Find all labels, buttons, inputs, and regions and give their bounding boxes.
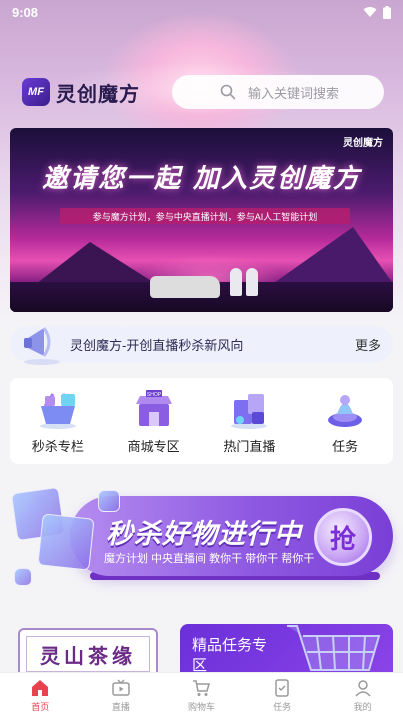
notice-bar[interactable]: 灵创魔方-开创直播秒杀新风向 更多 [10, 326, 393, 365]
task-icon [328, 395, 363, 427]
notice-more-link[interactable]: 更多 [355, 335, 381, 354]
tab-tasks[interactable]: 任务 [242, 673, 323, 718]
rover-illustration [150, 276, 220, 298]
tab-label: 购物车 [187, 702, 215, 712]
logo-mark: MF [22, 78, 50, 106]
search-placeholder: 输入关键词搜索 [248, 85, 340, 101]
promo-banner[interactable]: 灵创魔方 邀请您一起 加入灵创魔方 参与魔方计划，参与中央直播计划，参与AI人工… [10, 128, 393, 312]
quick-link-mall[interactable]: SHOP 商城专区 [106, 378, 202, 464]
notice-text: 灵创魔方-开创直播秒杀新风向 [70, 337, 244, 353]
tab-label: 直播 [111, 702, 130, 712]
quick-links: 秒杀专栏 SHOP 商城专区 热门直播 任务 [10, 378, 393, 464]
cart-icon [193, 680, 211, 696]
quick-link-flash-sale[interactable]: 秒杀专栏 [10, 378, 106, 464]
tab-cart[interactable]: 购物车 [161, 673, 242, 718]
flash-sale-banner[interactable]: 秒杀好物进行中 魔方计划 中央直播间 教你干 带你干 帮你干 抢 [10, 486, 393, 586]
grab-button[interactable]: 抢 [314, 508, 372, 566]
quick-link-label: 任务 [332, 439, 359, 454]
user-icon [355, 680, 371, 697]
banner-brand: 灵创魔方 [343, 138, 383, 149]
quick-link-label: 商城专区 [127, 439, 180, 454]
flash-sale-description: 魔方计划 中央直播间 教你干 带你干 帮你干 [104, 553, 315, 565]
shop-icon: SHOP [135, 390, 172, 426]
status-time: 9:08 [12, 4, 39, 20]
home-icon [32, 680, 49, 696]
svg-text:SHOP: SHOP [147, 392, 162, 398]
app-logo[interactable]: MF 灵创魔方 [22, 78, 140, 107]
top-bar: MF 灵创魔方 输入关键词搜索 [22, 75, 384, 109]
tv-icon [112, 679, 130, 696]
quick-link-task[interactable]: 任务 [297, 378, 393, 464]
live-stream-icon [231, 394, 268, 429]
astronaut-illustration [230, 268, 242, 296]
search-input[interactable]: 输入关键词搜索 [172, 75, 384, 109]
featured-tasks-title: 精品任务专区 [192, 637, 268, 674]
status-bar: 9:08 [0, 0, 403, 24]
task-list-icon [275, 679, 289, 697]
tab-home[interactable]: 首页 [0, 673, 81, 718]
quick-link-label: 热门直播 [223, 439, 276, 454]
quick-link-label: 秒杀专栏 [31, 439, 84, 454]
astronaut-illustration [246, 268, 258, 296]
battery-icon [383, 5, 391, 19]
megaphone-icon [24, 327, 60, 365]
quick-link-live[interactable]: 热门直播 [202, 378, 298, 464]
search-icon [220, 84, 236, 100]
logo-text: 灵创魔方 [56, 83, 140, 106]
tab-label: 我的 [353, 702, 372, 712]
tea-shop-title: 灵山茶缘 [26, 636, 150, 672]
banner-subtitle: 参与魔方计划，参与中央直播计划，参与AI人工智能计划 [60, 208, 350, 224]
bottom-tab-bar: 首页 直播 购物车 任务 我的 [0, 672, 403, 718]
flash-sale-title: 秒杀好物进行中 [106, 519, 302, 549]
flash-sale-basket-icon [39, 393, 76, 429]
tab-live[interactable]: 直播 [81, 673, 162, 718]
banner-headline: 邀请您一起 加入灵创魔方 [41, 164, 362, 194]
wifi-icon [363, 7, 377, 17]
tab-label: 首页 [31, 702, 50, 712]
tab-label: 任务 [273, 702, 292, 712]
tab-profile[interactable]: 我的 [322, 673, 403, 718]
